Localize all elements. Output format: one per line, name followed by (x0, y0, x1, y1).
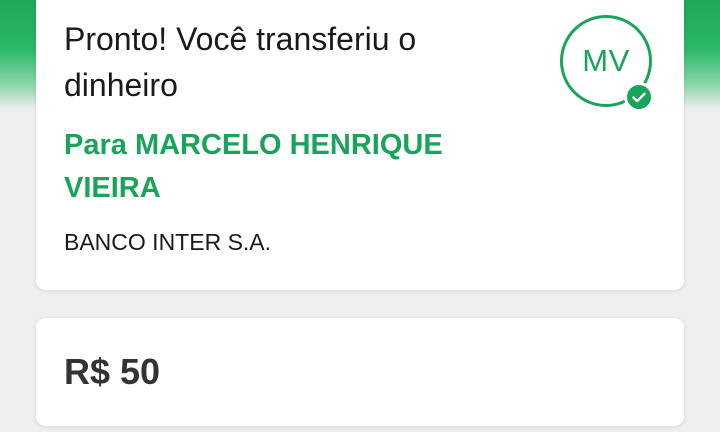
confirmation-title: Pronto! Você transferiu o dinheiro (64, 21, 417, 103)
transfer-amount: R$ 50 (64, 351, 161, 392)
amount-card: R$ 50 (36, 318, 684, 426)
avatar-initials: MV (582, 43, 630, 78)
recipient-name: Para MARCELO HENRIQUE VIEIRA (64, 129, 443, 204)
check-icon (624, 82, 654, 112)
transfer-confirmation-card: Pronto! Você transferiu o dinheiro Para … (36, 0, 684, 290)
recipient-bank: BANCO INTER S.A. (64, 229, 272, 255)
